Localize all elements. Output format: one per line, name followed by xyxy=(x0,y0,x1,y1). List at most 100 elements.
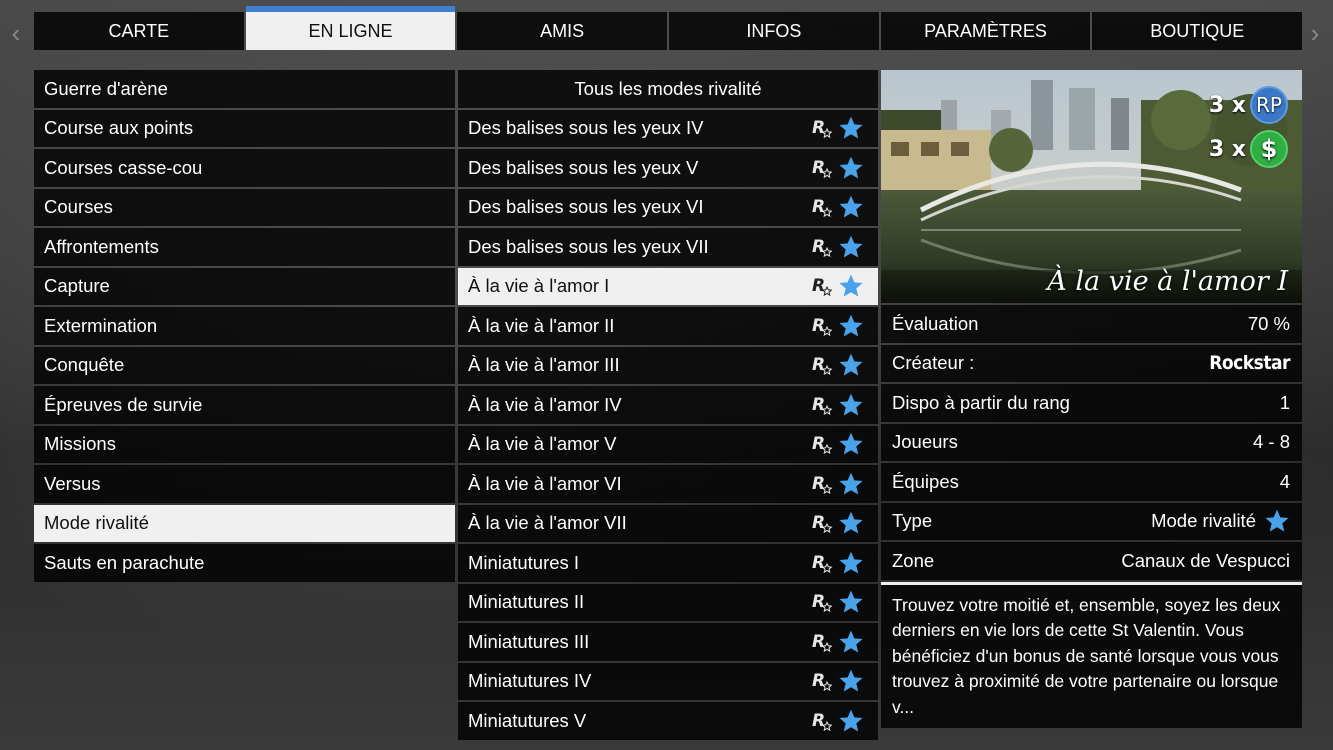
category-item[interactable]: Courses casse-cou xyxy=(34,149,455,187)
mode-item[interactable]: Des balises sous les yeux VII R xyxy=(458,228,878,266)
svg-text:R: R xyxy=(812,474,825,494)
mode-list-header[interactable]: Tous les modes rivalité xyxy=(458,70,878,108)
tab-boutique[interactable]: BOUTIQUE xyxy=(1092,12,1303,50)
info-value: 1 xyxy=(1279,391,1290,413)
tab-parametres[interactable]: PARAMÈTRES xyxy=(880,12,1091,50)
mode-icons: R xyxy=(812,352,878,378)
svg-text:R: R xyxy=(812,118,825,138)
info-value: 4 - 8 xyxy=(1252,431,1290,453)
rockstar-verified-icon: R xyxy=(812,316,833,336)
info-type: Type Mode rivalité xyxy=(881,502,1302,540)
star-icon xyxy=(839,630,863,653)
rockstar-verified-icon: R xyxy=(812,158,833,178)
category-item[interactable]: Sauts en parachute xyxy=(34,544,455,582)
mode-label: Des balises sous les yeux V xyxy=(468,156,699,178)
svg-text:R: R xyxy=(812,276,825,296)
mode-item[interactable]: Des balises sous les yeux IV R xyxy=(458,109,878,147)
mode-item-selected[interactable]: À la vie à l'amor I R xyxy=(458,267,878,305)
top-tab-bar: CARTE EN LIGNE AMIS INFOS PARAMÈTRES BOU… xyxy=(34,6,1303,50)
mode-item[interactable]: Miniatutures I R xyxy=(458,544,878,582)
category-item-selected[interactable]: Mode rivalité xyxy=(34,504,455,542)
mode-item[interactable]: Miniatutures II R xyxy=(458,583,878,621)
mode-icons: R xyxy=(812,431,878,457)
category-item[interactable]: Extermination xyxy=(34,307,455,345)
star-icon xyxy=(839,393,863,416)
preview-title: À la vie à l'amor I xyxy=(1047,266,1288,297)
tab-amis[interactable]: AMIS xyxy=(457,12,668,50)
rockstar-verified-icon: R xyxy=(812,592,833,613)
category-item[interactable]: Capture xyxy=(34,267,455,305)
mode-label: À la vie à l'amor VI xyxy=(468,472,622,494)
category-item[interactable]: Affrontements xyxy=(34,228,455,266)
category-label: Course aux points xyxy=(44,117,194,139)
mode-item[interactable]: À la vie à l'amor VI R xyxy=(458,465,878,503)
svg-text:R: R xyxy=(812,711,825,731)
mode-item[interactable]: Miniatutures III R xyxy=(458,623,878,661)
category-item[interactable]: Course aux points xyxy=(34,109,455,147)
category-item[interactable]: Missions xyxy=(34,425,455,463)
rockstar-verified-icon: R xyxy=(812,355,833,376)
category-label: Extermination xyxy=(44,314,158,336)
mode-item[interactable]: À la vie à l'amor III R xyxy=(458,346,878,384)
mode-label: À la vie à l'amor V xyxy=(468,433,617,455)
rockstar-verified-icon: R xyxy=(812,395,833,415)
info-label: Zone xyxy=(892,549,935,571)
chevron-left-icon[interactable]: ‹ xyxy=(6,18,26,48)
svg-text:R: R xyxy=(812,632,825,652)
category-item[interactable]: Guerre d'arène xyxy=(34,70,455,108)
info-value: Canaux de Vespucci xyxy=(1121,549,1290,571)
category-label: Courses casse-cou xyxy=(44,156,203,178)
mode-item[interactable]: Miniatutures V R xyxy=(458,702,878,740)
mode-icons: R xyxy=(812,629,878,655)
category-label: Capture xyxy=(44,275,110,297)
svg-text:R: R xyxy=(812,553,825,573)
mode-item[interactable]: À la vie à l'amor V R xyxy=(458,425,878,463)
star-icon xyxy=(839,314,863,337)
mode-label: Des balises sous les yeux IV xyxy=(468,117,704,139)
star-icon xyxy=(839,511,863,534)
mode-item[interactable]: À la vie à l'amor VII R xyxy=(458,504,878,542)
mode-icons: R xyxy=(812,194,878,220)
category-item[interactable]: Conquête xyxy=(34,346,455,384)
star-icon xyxy=(839,156,863,179)
info-rating: Évaluation 70 % xyxy=(881,305,1302,343)
svg-text:R: R xyxy=(812,316,825,336)
rockstar-verified-icon: R xyxy=(812,197,833,218)
svg-text:R: R xyxy=(812,237,825,257)
mode-item[interactable]: À la vie à l'amor IV R xyxy=(458,386,878,424)
mode-item[interactable]: Des balises sous les yeux V R xyxy=(458,149,878,187)
info-zone: Zone Canaux de Vespucci xyxy=(881,542,1302,580)
mode-item[interactable]: Miniatutures IV R xyxy=(458,662,878,700)
rockstar-verified-icon: R xyxy=(812,671,833,692)
info-value: 4 xyxy=(1279,470,1290,492)
category-item[interactable]: Épreuves de survie xyxy=(34,386,455,424)
mode-icons: R xyxy=(812,589,878,615)
rp-badge-icon: RP xyxy=(1250,86,1288,124)
star-icon xyxy=(839,353,863,376)
tab-infos[interactable]: INFOS xyxy=(669,12,879,50)
rp-multiplier: 3 x xyxy=(1208,92,1246,118)
rockstar-verified-icon: R xyxy=(812,237,833,257)
star-icon xyxy=(839,709,863,732)
category-item[interactable]: Courses xyxy=(34,188,455,226)
star-icon xyxy=(839,274,863,297)
mode-label: Miniatutures III xyxy=(468,630,590,652)
info-rank: Dispo à partir du rang 1 xyxy=(881,384,1302,422)
tab-en-ligne[interactable]: EN LIGNE xyxy=(245,6,456,50)
svg-text:R: R xyxy=(812,513,825,533)
category-list: Guerre d'arène Course aux points Courses… xyxy=(34,70,455,584)
tab-carte[interactable]: CARTE xyxy=(34,12,244,50)
category-item[interactable]: Versus xyxy=(34,465,455,503)
mode-label: À la vie à l'amor I xyxy=(468,275,610,297)
chevron-right-icon[interactable]: › xyxy=(1305,18,1325,48)
mode-description: Trouvez votre moitié et, ensemble, soyez… xyxy=(881,581,1302,728)
mode-item[interactable]: À la vie à l'amor II R xyxy=(458,307,878,345)
category-label: Affrontements xyxy=(44,235,159,257)
mode-label: Miniatutures IV xyxy=(468,670,592,692)
info-label: Dispo à partir du rang xyxy=(892,391,1070,413)
category-label: Missions xyxy=(44,433,116,455)
preview-image: À la vie à l'amor I 3 x RP 3 x $ xyxy=(881,70,1302,303)
mode-label: À la vie à l'amor III xyxy=(468,354,620,376)
info-label: Créateur : xyxy=(892,352,975,374)
mode-item[interactable]: Des balises sous les yeux VI R xyxy=(458,188,878,226)
